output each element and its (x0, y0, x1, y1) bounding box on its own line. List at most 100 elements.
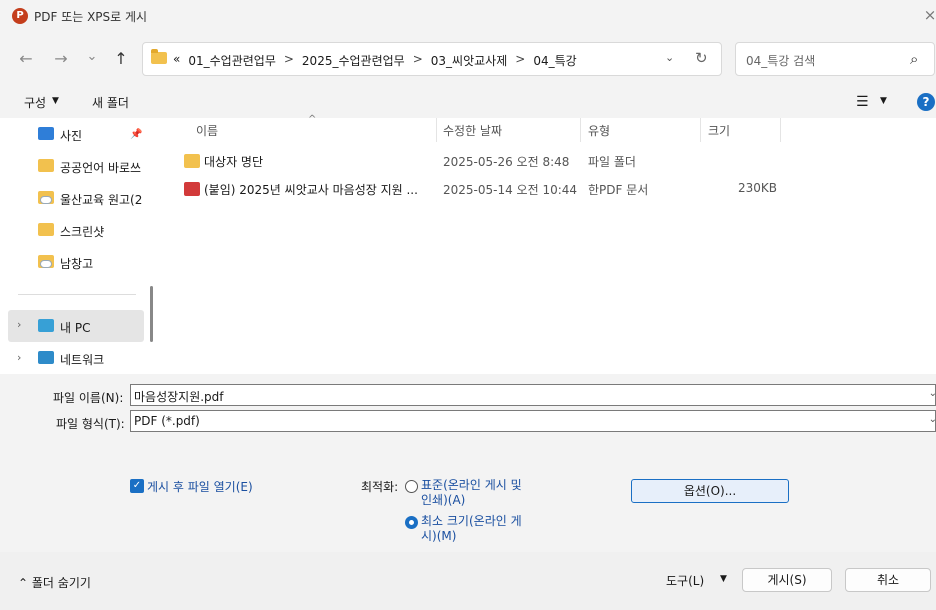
column-header-size[interactable]: 크기 (708, 122, 730, 139)
publish-button[interactable]: 게시(S) (742, 568, 832, 592)
sidebar-item-pictures[interactable]: 사진 📌 (0, 120, 146, 148)
folder-icon (38, 223, 54, 236)
address-bar[interactable]: « 01_수업관련업무 > 2025_수업관련업무 > 03_씨앗교사제 > 0… (142, 42, 722, 76)
open-after-publish-label[interactable]: 게시 후 파일 열기(E) (147, 478, 253, 495)
chevron-up-icon: ⌃ (18, 576, 29, 590)
up-button[interactable]: ↑ (107, 45, 135, 73)
chevron-down-icon[interactable]: ⌄ (929, 414, 936, 425)
file-list: ^ 이름 수정한 날짜 유형 크기 대상자 명단 2025-05-26 오전 8… (162, 114, 936, 374)
options-button[interactable]: 옵션(O)... (631, 479, 789, 503)
breadcrumb-item[interactable]: 01_수업관련업무 (188, 52, 276, 69)
optimize-standard-line1: 표준(온라인 게시 및 (421, 478, 522, 492)
caret-down-icon[interactable]: ▼ (52, 96, 59, 106)
filetype-value: PDF (*.pdf) (134, 414, 200, 428)
column-header-name[interactable]: 이름 (196, 122, 218, 139)
optimize-minimum-line2: 시)(M) (421, 529, 457, 543)
sidebar-item-label: 공공언어 바로쓰 (60, 161, 142, 175)
organize-button[interactable]: 구성 (24, 94, 46, 111)
optimize-standard-label[interactable]: 표준(온라인 게시 및 인쇄)(A) (421, 478, 522, 508)
sidebar-item-network[interactable]: › 네트워크 (0, 344, 146, 372)
sidebar-item-label: 울산교육 원고(2 (60, 193, 143, 207)
close-button[interactable]: × (920, 6, 936, 26)
hide-folders-label: 폴더 숨기기 (31, 576, 91, 590)
column-separator[interactable] (780, 118, 781, 142)
breadcrumb-item[interactable]: 04_특강 (533, 52, 576, 69)
help-icon[interactable]: ? (917, 93, 935, 111)
sidebar-item-folder[interactable]: 공공언어 바로쓰 (0, 152, 146, 180)
breadcrumb-item[interactable]: 03_씨앗교사제 (431, 52, 507, 69)
optimize-standard-radio[interactable] (405, 480, 418, 493)
filename-label: 파일 이름(N): (53, 391, 124, 405)
column-separator[interactable] (700, 118, 701, 142)
navigation-pane: 사진 📌 공공언어 바로쓰 울산교육 원고(2 스크린샷 남창고 › 내 PC … (0, 118, 162, 374)
sidebar-item-folder[interactable]: 스크린샷 (0, 216, 146, 244)
cloud-folder-icon (38, 255, 54, 268)
file-type: 한PDF 문서 (588, 183, 649, 197)
column-separator[interactable] (436, 118, 437, 142)
view-options-icon[interactable]: ☰ (856, 94, 869, 110)
optimize-minimum-radio[interactable] (405, 516, 418, 529)
pc-icon (38, 319, 54, 332)
sidebar-item-this-pc[interactable]: › 내 PC (8, 310, 144, 342)
hide-folders-button[interactable]: ⌃ 폴더 숨기기 (18, 574, 91, 591)
refresh-icon[interactable]: ↻ (695, 49, 708, 67)
caret-down-icon[interactable]: ▼ (880, 96, 887, 106)
back-button[interactable]: ← (12, 45, 40, 73)
chevron-right-icon[interactable]: › (17, 351, 21, 364)
new-folder-button[interactable]: 새 폴더 (92, 94, 129, 111)
chevron-down-icon[interactable]: ⌄ (929, 388, 936, 399)
table-row[interactable]: (붙임) 2025년 씨앗교사 마음성장 지원 ... 2025-05-14 오… (162, 175, 936, 203)
sidebar-item-label: 사진 (60, 129, 83, 143)
sidebar-item-folder[interactable]: 남창고 (0, 248, 146, 276)
column-header-type[interactable]: 유형 (588, 122, 610, 139)
file-size: 230KB (738, 181, 778, 195)
chevron-right-icon[interactable]: › (17, 318, 21, 331)
recent-locations-button[interactable]: ⌄ (78, 43, 106, 71)
sidebar-item-label: 남창고 (60, 257, 94, 271)
breadcrumb-item[interactable]: 2025_수업관련업무 (302, 52, 405, 69)
breadcrumb-separator[interactable]: > (413, 52, 423, 69)
filetype-select[interactable]: PDF (*.pdf) ⌄ (130, 410, 936, 432)
file-date: 2025-05-14 오전 10:44 (443, 183, 578, 197)
optimize-minimum-line1: 최소 크기(온라인 게 (421, 514, 522, 528)
folder-icon (38, 159, 54, 172)
open-after-publish-checkbox[interactable]: ✓ (130, 479, 144, 493)
breadcrumb-separator[interactable]: > (284, 52, 294, 69)
search-box[interactable]: 04_특강 검색 ⌕ (735, 42, 935, 76)
caret-down-icon[interactable]: ▼ (720, 574, 727, 584)
dialog-footer: ⌃ 폴더 숨기기 도구(L) ▼ 게시(S) 취소 (0, 552, 936, 610)
divider (18, 294, 136, 295)
optimize-standard-line2: 인쇄)(A) (421, 493, 466, 507)
sort-up-icon: ^ (308, 114, 317, 125)
sidebar-item-folder[interactable]: 울산교육 원고(2 (0, 184, 146, 212)
column-header-date[interactable]: 수정한 날짜 (443, 122, 502, 139)
column-separator[interactable] (580, 118, 581, 142)
cancel-button[interactable]: 취소 (845, 568, 931, 592)
table-row[interactable]: 대상자 명단 2025-05-26 오전 8:48 파일 폴더 (162, 147, 936, 175)
forward-button[interactable]: → (47, 45, 75, 73)
sidebar-item-label: 네트워크 (60, 353, 105, 367)
window-title: PDF 또는 XPS로 게시 (34, 10, 148, 24)
folder-icon (151, 49, 167, 64)
sidebar-item-label: 내 PC (60, 321, 91, 335)
chevron-down-icon[interactable]: ⌄ (665, 51, 674, 64)
file-name: (붙임) 2025년 씨앗교사 마음성장 지원 ... (204, 183, 418, 197)
breadcrumb-separator[interactable]: > (515, 52, 525, 69)
optimize-minimum-label[interactable]: 최소 크기(온라인 게 시)(M) (421, 514, 522, 544)
filetype-label: 파일 형식(T): (56, 417, 125, 431)
optimize-label: 최적화: (361, 480, 399, 494)
search-icon[interactable]: ⌕ (910, 50, 918, 68)
filename-value: 마음성장지원.pdf (134, 390, 224, 404)
search-input[interactable]: 04_특강 검색 (746, 52, 815, 69)
filename-field[interactable]: 마음성장지원.pdf ⌄ (130, 384, 936, 406)
scrollbar[interactable] (150, 286, 153, 342)
breadcrumb-overflow[interactable]: « (173, 52, 180, 69)
pdf-file-icon (184, 182, 200, 196)
cloud-folder-icon (38, 191, 54, 204)
tools-button[interactable]: 도구(L) (666, 572, 704, 589)
folder-icon (184, 154, 200, 168)
file-name: 대상자 명단 (204, 155, 264, 169)
network-icon (38, 351, 54, 364)
breadcrumb: « 01_수업관련업무 > 2025_수업관련업무 > 03_씨앗교사제 > 0… (173, 52, 577, 69)
title-bar: P PDF 또는 XPS로 게시 × (0, 0, 936, 32)
